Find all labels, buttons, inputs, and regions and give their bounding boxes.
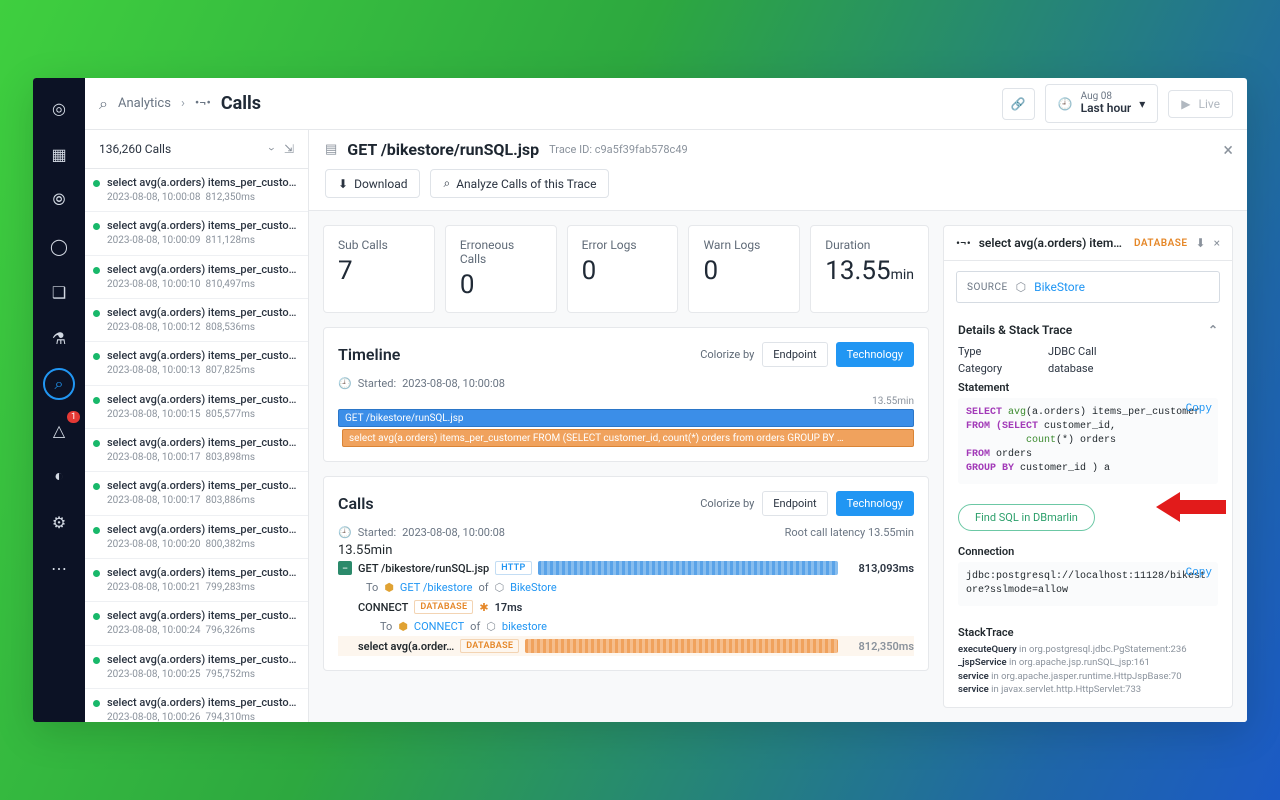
copy-button[interactable]: Copy — [1186, 566, 1212, 581]
collapse-icon[interactable]: › — [265, 147, 279, 151]
call-list-item[interactable]: select avg(a.orders) items_per_custo…202… — [85, 559, 308, 602]
clock-icon: 🕘 — [338, 526, 352, 539]
endpoint-link[interactable]: CONNECT — [414, 620, 464, 633]
download-icon: ⬇ — [338, 177, 348, 191]
time-picker[interactable]: 🕘 Aug 08 Last hour ▾ — [1045, 84, 1159, 122]
connection-string: Copy jdbc:postgresql://localhost:11128/b… — [958, 562, 1218, 606]
call-list-item[interactable]: select avg(a.orders) items_per_custo…202… — [85, 256, 308, 299]
stat-card: Sub Calls7 — [323, 225, 435, 313]
find-sql-button[interactable]: Find SQL in DBmarlin — [958, 504, 1095, 531]
collapse-toggle[interactable]: − — [338, 561, 352, 575]
nav-icon-apps[interactable]: ▦ — [43, 138, 75, 170]
clock-icon: 🕘 — [338, 377, 352, 390]
play-icon: ▶ — [1181, 97, 1190, 111]
hex-icon: ⬡ — [1016, 280, 1026, 294]
stat-card: Error Logs0 — [567, 225, 679, 313]
call-list-item[interactable]: select avg(a.orders) items_per_custo…202… — [85, 386, 308, 429]
call-list-item[interactable]: select avg(a.orders) items_per_custo…202… — [85, 342, 308, 385]
calls-colorize-technology[interactable]: Technology — [836, 491, 914, 516]
header-bar: ⌕ Analytics › •¬• Calls 🔗 🕘 Aug 08 Last … — [85, 78, 1247, 130]
nav-icon-dependencies[interactable]: ⦾ — [43, 184, 75, 216]
stacktrace-list: executeQuery in org.postgresql.jdbc.PgSt… — [958, 643, 1218, 696]
live-button[interactable]: ▶ Live — [1168, 90, 1233, 118]
service-link[interactable]: bikestore — [502, 620, 547, 633]
timeline-bar-db[interactable]: select avg(a.orders) items_per_customer … — [342, 429, 914, 447]
call-tree-row[interactable]: − GET /bikestore/runSQL.jsp HTTP 813,093… — [338, 558, 914, 578]
call-list-item[interactable]: select avg(a.orders) items_per_custo…202… — [85, 646, 308, 689]
close-icon[interactable]: × — [1223, 140, 1233, 161]
nav-icon-more[interactable]: ⋯ — [43, 552, 75, 584]
call-list-item[interactable]: select avg(a.orders) items_per_custo…202… — [85, 429, 308, 472]
calls-crumb-icon: •¬• — [195, 96, 211, 111]
stat-card: Warn Logs0 — [688, 225, 800, 313]
sql-statement: Copy SELECT avg(a.orders) items_per_cust… — [958, 398, 1218, 484]
timeline-title: Timeline — [338, 345, 400, 364]
hex-icon: ⬡ — [486, 620, 496, 633]
analyze-icon: ⌕ — [443, 176, 450, 191]
nav-icon-alerts[interactable]: △1 — [43, 414, 75, 446]
main-nav-sidebar: ◎ ▦ ⦾ ◯ ❑ ⚗ ⌕ △1 ◐ ⚙ ⋯ — [33, 78, 85, 722]
detail-title: select avg(a.orders) item… — [979, 236, 1126, 250]
trace-icon: ▤ — [325, 142, 337, 157]
stat-card: Erroneous Calls0 — [445, 225, 557, 313]
chevron-up-icon[interactable]: ⌃ — [1208, 323, 1218, 337]
close-icon[interactable]: × — [1214, 236, 1220, 250]
nav-icon-analytics[interactable]: ⌕ — [43, 368, 75, 400]
nav-icon-logo[interactable]: ◎ — [43, 92, 75, 124]
service-link[interactable]: BikeStore — [510, 581, 557, 594]
calls-colorize-endpoint[interactable]: Endpoint — [762, 491, 827, 516]
nav-icon-settings[interactable]: ⚙ — [43, 506, 75, 538]
call-list-item[interactable]: select avg(a.orders) items_per_custo…202… — [85, 169, 308, 212]
download-button[interactable]: ⬇ Download — [325, 169, 420, 198]
timeline-panel: Timeline Colorize by Endpoint Technology… — [323, 327, 929, 462]
call-tree-row[interactable]: select avg(a.order… DATABASE 812,350ms — [338, 636, 914, 656]
trace-title: GET /bikestore/runSQL.jsp — [347, 140, 539, 159]
endpoint-link[interactable]: GET /bikestore — [400, 581, 473, 594]
calls-title: Calls — [338, 494, 374, 513]
call-list-item[interactable]: select avg(a.orders) items_per_custo…202… — [85, 299, 308, 342]
source-box[interactable]: SOURCE ⬡ BikeStore — [956, 271, 1220, 303]
call-list-item[interactable]: select avg(a.orders) items_per_custo…202… — [85, 472, 308, 515]
clock-icon: 🕘 — [1058, 97, 1073, 111]
call-tree-row[interactable]: CONNECT DATABASE ✱ 17ms — [338, 597, 914, 617]
trace-content: ▤ GET /bikestore/runSQL.jsp Trace ID: c9… — [309, 130, 1247, 722]
stats-row: Sub Calls7Erroneous Calls0Error Logs0War… — [323, 225, 929, 313]
detail-title-icon: •¬• — [956, 236, 971, 250]
nav-icon-layers[interactable]: ❑ — [43, 276, 75, 308]
call-detail-panel: •¬• select avg(a.orders) item… DATABASE … — [943, 225, 1233, 708]
chevron-down-icon: ▾ — [1139, 97, 1145, 111]
service-icon: ⬢ — [398, 620, 408, 633]
calls-panel: Calls Colorize by Endpoint Technology 🕘 — [323, 476, 929, 671]
calls-list-sidebar: 136,260 Calls › ⇲ select avg(a.orders) i… — [85, 130, 309, 722]
nav-icon-services[interactable]: ◯ — [43, 230, 75, 262]
link-button[interactable]: 🔗 — [1002, 88, 1035, 120]
annotation-arrow — [1156, 490, 1226, 524]
breadcrumb-root[interactable]: Analytics — [118, 96, 171, 111]
breadcrumb-title: Calls — [221, 93, 261, 114]
colorize-endpoint[interactable]: Endpoint — [762, 342, 827, 367]
timeline-duration: 13.55min — [338, 396, 914, 407]
call-list-item[interactable]: select avg(a.orders) items_per_custo…202… — [85, 602, 308, 645]
colorize-technology[interactable]: Technology — [836, 342, 914, 367]
trace-id: c9a5f39fab578c49 — [595, 143, 688, 156]
copy-button[interactable]: Copy — [1186, 402, 1212, 417]
export-icon[interactable]: ⇲ — [284, 142, 294, 156]
analyze-button[interactable]: ⌕ Analyze Calls of this Trace — [430, 169, 609, 198]
analyze-icon: ⌕ — [99, 94, 108, 114]
call-list-item[interactable]: select avg(a.orders) items_per_custo…202… — [85, 516, 308, 559]
timeline-bar-http[interactable]: GET /bikestore/runSQL.jsp — [338, 409, 914, 427]
calls-count: 136,260 Calls — [99, 142, 171, 156]
hex-icon: ⬡ — [495, 581, 505, 594]
call-list-item[interactable]: select avg(a.orders) items_per_custo…202… — [85, 212, 308, 255]
nav-icon-flask[interactable]: ⚗ — [43, 322, 75, 354]
stat-card: Duration13.55min — [810, 225, 929, 313]
nav-icon-profiling[interactable]: ◐ — [43, 460, 75, 492]
download-icon[interactable]: ⬇ — [1196, 236, 1206, 250]
service-icon: ⬢ — [384, 581, 394, 594]
alert-badge: 1 — [67, 411, 80, 423]
breadcrumb: ⌕ Analytics › •¬• Calls — [99, 93, 261, 114]
call-list-item[interactable]: select avg(a.orders) items_per_custo…202… — [85, 689, 308, 722]
